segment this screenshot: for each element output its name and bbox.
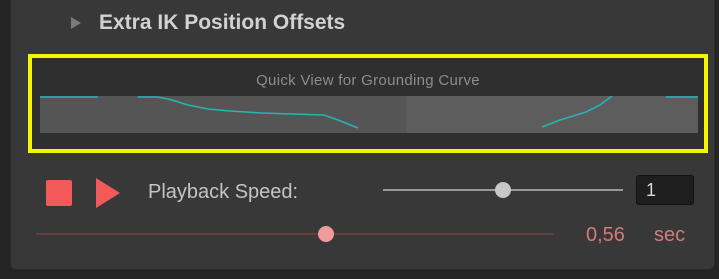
speed-slider-handle[interactable]: [495, 182, 511, 198]
playback-time-slider[interactable]: [36, 223, 554, 245]
triangle-right-icon[interactable]: [71, 17, 81, 29]
playback-speed-field[interactable]: 1: [636, 175, 694, 205]
time-value: 0,56: [586, 224, 625, 246]
time-unit-label: sec: [654, 224, 686, 246]
curve-preview-title: Quick View for Grounding Curve: [256, 72, 480, 89]
playback-speed-slider[interactable]: [383, 179, 623, 201]
play-triangle-icon[interactable]: [96, 178, 120, 208]
stop-square-icon[interactable]: [46, 180, 72, 206]
playback-speed-label: Playback Speed:: [148, 181, 299, 203]
foldout-label: Extra IK Position Offsets: [99, 11, 346, 34]
grounding-curve-preview: Quick View for Grounding Curve: [28, 54, 708, 153]
curve-graph-region-left: [40, 96, 406, 133]
curve-graph: [40, 96, 698, 133]
extra-ik-offsets-foldout[interactable]: Extra IK Position Offsets: [71, 9, 345, 37]
time-slider-handle[interactable]: [318, 226, 335, 242]
time-slider-track[interactable]: [36, 233, 554, 235]
curve-graph-region-right: [406, 96, 698, 133]
